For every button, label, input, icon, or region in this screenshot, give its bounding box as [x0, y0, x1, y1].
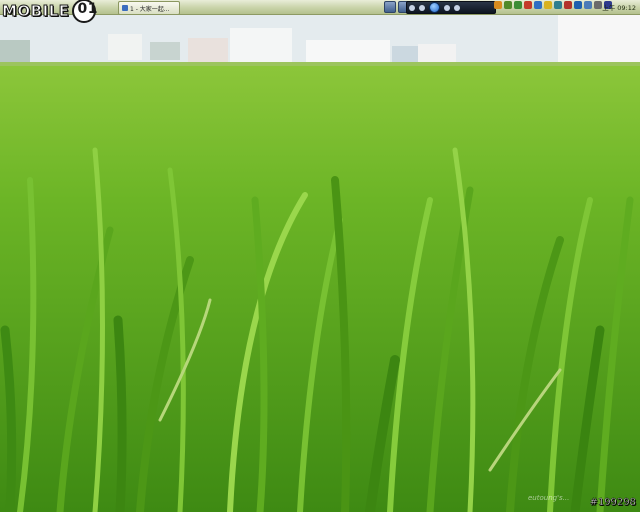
logo-number: 01 [77, 1, 98, 17]
logo-text: MOBILE [2, 2, 70, 21]
shield-icon[interactable] [564, 1, 572, 9]
chat-icon[interactable] [544, 1, 552, 9]
logo-badge: 01 [71, 0, 98, 23]
app-icon[interactable] [574, 1, 582, 9]
play-icon[interactable] [429, 2, 440, 13]
sync-icon[interactable] [554, 1, 562, 9]
system-tray [494, 1, 612, 9]
messenger-icon[interactable] [514, 1, 522, 9]
media-player-bar [406, 1, 496, 14]
prev-icon[interactable] [384, 1, 396, 13]
photographer-signature: eutoung's... [528, 494, 570, 502]
cloud-icon[interactable] [584, 1, 592, 9]
stop-icon[interactable] [409, 4, 415, 11]
antivirus-icon[interactable] [524, 1, 532, 9]
taskbar-button-active-window[interactable]: 1 - 大家一起... [118, 1, 180, 15]
network-icon[interactable] [504, 1, 512, 9]
desktop-wallpaper [0, 0, 640, 512]
volume-icon[interactable] [454, 4, 460, 11]
update-icon[interactable] [534, 1, 542, 9]
window-icon [122, 5, 128, 11]
sound-icon[interactable] [594, 1, 602, 9]
mobile01-logo-watermark: MOBILE 01 [2, 0, 98, 23]
ie-icon[interactable] [494, 1, 502, 9]
grass-blades [0, 66, 640, 512]
taskbar-button-label: 1 - 大家一起... [130, 5, 170, 13]
post-id-watermark: #199298 [589, 497, 636, 508]
taskbar-clock[interactable]: 上午 09:12 [602, 2, 636, 12]
next-track-icon[interactable] [444, 4, 450, 11]
prev-track-icon[interactable] [419, 4, 425, 11]
